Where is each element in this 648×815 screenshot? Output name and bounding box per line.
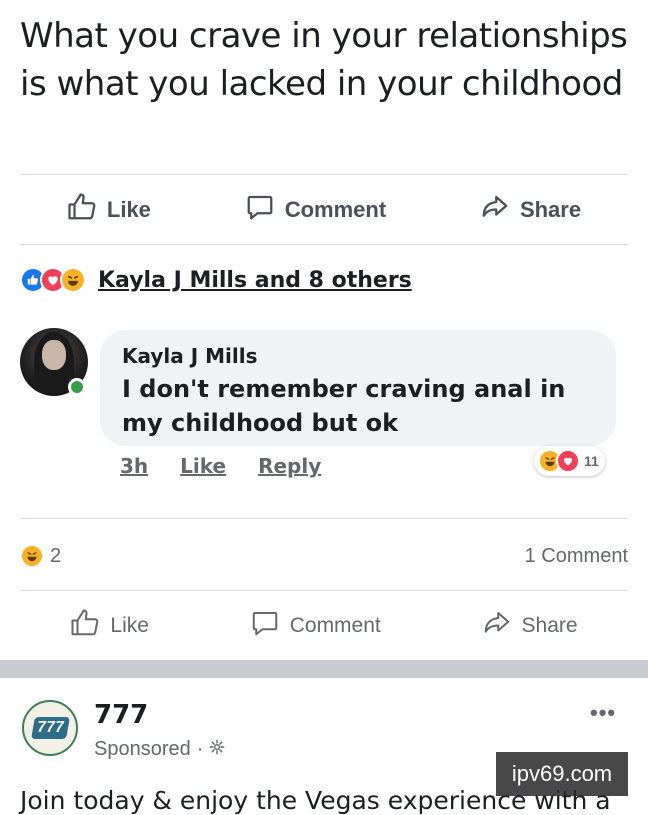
divider (20, 174, 628, 175)
watermark: ipv69.com (496, 752, 628, 796)
share-label: Share (519, 197, 582, 222)
comment-icon (250, 608, 280, 644)
thumbs-up-icon (67, 192, 97, 228)
gear-icon[interactable] (209, 738, 225, 761)
love-reaction-icon (556, 449, 580, 473)
comment-time[interactable]: 3h (120, 454, 148, 478)
divider (20, 590, 628, 591)
share-arrow-icon (480, 192, 510, 228)
reactions-names-link[interactable]: Kayla J Mills and 8 others (98, 268, 412, 293)
reaction-count: 2 (50, 544, 62, 567)
online-status-icon (68, 378, 86, 396)
like-label: Like (106, 197, 151, 222)
advertiser-name[interactable]: 777 (94, 700, 148, 730)
advertiser-logo[interactable]: 777 (22, 700, 78, 756)
post-text: What you crave in your relationships is … (20, 16, 628, 104)
sponsored-label: Sponsored · (94, 738, 225, 761)
haha-reaction-icon (20, 544, 44, 568)
comment-count-link[interactable]: 1 Comment (525, 545, 628, 568)
feed-separator (0, 660, 648, 678)
bottom-action-bar: Like Comment Share (20, 594, 628, 658)
reaction-emoji-stack[interactable] (20, 267, 86, 293)
thumbs-up-icon (70, 608, 100, 644)
share-button[interactable]: Share (480, 192, 581, 228)
divider (20, 518, 628, 519)
separator-dot: · (196, 738, 204, 760)
comment-actions: 3h Like Reply (120, 454, 321, 478)
haha-reaction-icon (60, 267, 86, 293)
divider (20, 244, 628, 245)
post-action-bar: Like Comment Share (20, 178, 628, 242)
post-summary-row: 2 1 Comment (20, 538, 628, 574)
advertiser-logo-text: 777 (30, 717, 70, 739)
more-options-icon[interactable]: ••• (590, 700, 616, 726)
comment-reply-button[interactable]: Reply (258, 454, 321, 478)
comment-like-button[interactable]: Like (180, 454, 226, 478)
like-label: Like (110, 614, 149, 637)
share-label: Share (521, 614, 578, 637)
like-button[interactable]: Like (67, 192, 151, 228)
comment-text: I don't remember craving anal in my chil… (122, 375, 566, 437)
sponsored-text: Sponsored (94, 738, 191, 760)
comment-button[interactable]: Comment (245, 192, 386, 228)
comment-author[interactable]: Kayla J Mills (122, 344, 258, 368)
like-button[interactable]: Like (70, 608, 149, 644)
comment-label: Comment (284, 197, 387, 222)
share-button[interactable]: Share (482, 608, 578, 644)
comment-label: Comment (289, 614, 381, 637)
reaction-summary[interactable]: 2 (20, 544, 61, 568)
reactions-row: Kayla J Mills and 8 others (20, 262, 412, 298)
comment-bubble: Kayla J Mills I don't remember craving a… (100, 330, 616, 446)
comment-button[interactable]: Comment (250, 608, 381, 644)
comment-reaction-count: 11 (584, 453, 599, 469)
comment-icon (245, 192, 275, 228)
share-arrow-icon (482, 608, 512, 644)
comment-reactions[interactable]: 11 (534, 446, 605, 476)
